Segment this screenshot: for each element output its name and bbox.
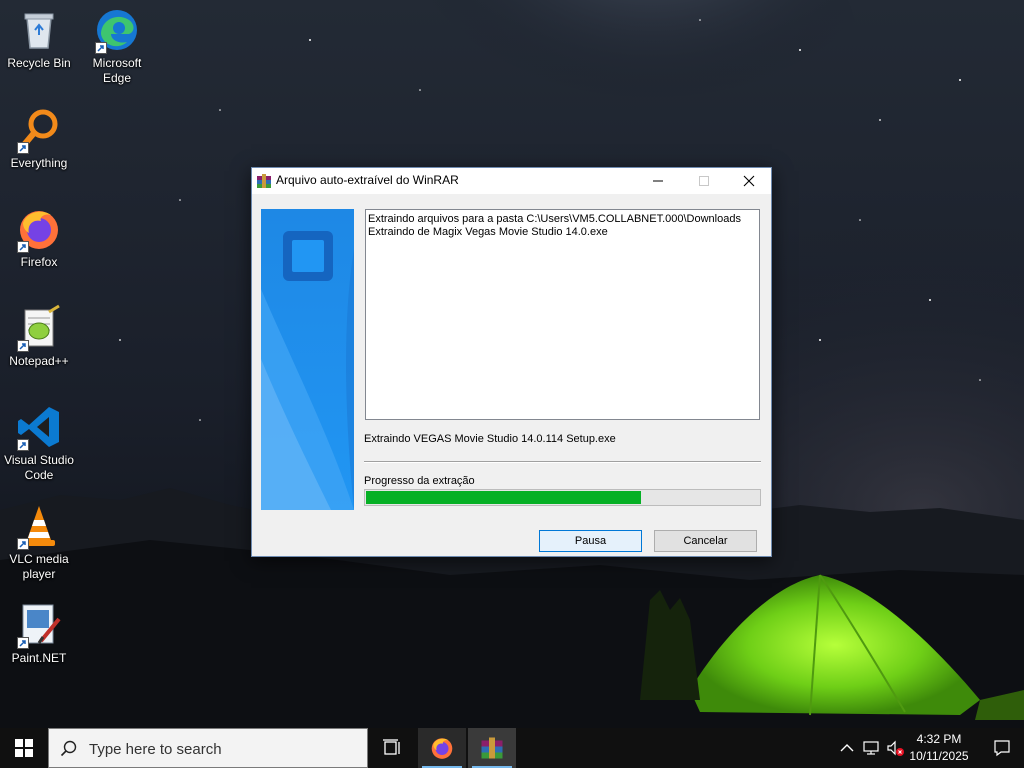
task-view-icon	[383, 739, 400, 755]
taskbar-winrar[interactable]	[468, 728, 516, 768]
notepadpp-icon	[15, 304, 63, 352]
winrar-side-banner	[261, 209, 354, 510]
clock-time: 4:32 PM	[916, 732, 962, 746]
dialog-titlebar[interactable]: Arquivo auto-extraível do WinRAR	[252, 168, 771, 194]
minimize-button[interactable]	[635, 168, 681, 194]
dialog-title: Arquivo auto-extraível do WinRAR	[276, 173, 459, 187]
extraction-progress-bar	[364, 489, 761, 506]
log-line: Extraindo de Magix Vegas Movie Studio 14…	[368, 226, 608, 238]
desktop-icon-paintnet[interactable]: Paint.NET	[0, 601, 78, 666]
firefox-icon	[15, 205, 63, 253]
taskbar-clock[interactable]: 4:32 PM 10/11/2025	[900, 731, 978, 765]
search-icon	[60, 740, 77, 757]
shortcut-arrow-icon	[17, 340, 29, 352]
chevron-up-icon[interactable]	[838, 739, 856, 757]
taskbar-search-box[interactable]: Type here to search	[48, 728, 368, 768]
winrar-icon	[481, 737, 503, 759]
desktop-icon-recycle-bin[interactable]: Recycle Bin	[0, 6, 78, 71]
close-button[interactable]	[726, 168, 772, 194]
maximize-icon	[699, 176, 709, 186]
shortcut-arrow-icon	[17, 538, 29, 550]
maximize-button	[681, 168, 727, 194]
desktop-icon-microsoft-edge[interactable]: Microsoft Edge	[78, 6, 156, 86]
shortcut-arrow-icon	[17, 439, 29, 451]
desktop-icon-vscode[interactable]: Visual Studio Code	[0, 403, 78, 483]
desktop-icon-vlc[interactable]: VLC media player	[0, 502, 78, 582]
task-view-button[interactable]	[368, 728, 416, 768]
shortcut-arrow-icon	[17, 241, 29, 253]
desktop-icon-notepadpp[interactable]: Notepad++	[0, 304, 78, 369]
shortcut-arrow-icon	[17, 637, 29, 649]
progress-label: Progresso da extração	[364, 475, 475, 487]
shortcut-arrow-icon	[95, 42, 107, 54]
everything-icon	[15, 106, 63, 154]
cancel-button[interactable]: Cancelar	[654, 530, 757, 552]
current-file-label: Extraindo VEGAS Movie Studio 14.0.114 Se…	[364, 433, 616, 445]
clock-date: 10/11/2025	[909, 749, 969, 763]
desktop-icon-everything[interactable]: Everything	[0, 106, 78, 171]
vlc-icon	[15, 502, 63, 550]
vscode-icon	[15, 403, 63, 451]
taskbar: Type here to search 4:32 PM 10/11/2025	[0, 728, 1024, 768]
paintnet-icon	[15, 601, 63, 649]
pause-button[interactable]: Pausa	[539, 530, 642, 552]
taskbar-firefox[interactable]	[418, 728, 466, 768]
minimize-icon	[653, 180, 663, 182]
recycle-bin-icon	[15, 6, 63, 54]
start-button[interactable]	[0, 728, 48, 768]
action-center-button[interactable]	[980, 728, 1024, 768]
winrar-icon	[256, 173, 272, 189]
notification-icon	[994, 740, 1010, 757]
progress-fill	[366, 491, 642, 504]
windows-logo-icon	[15, 739, 33, 757]
log-line: Extraindo arquivos para a pasta C:\Users…	[368, 213, 741, 225]
archive-square-icon	[283, 231, 333, 281]
shortcut-arrow-icon	[17, 142, 29, 154]
extraction-log[interactable]: Extraindo arquivos para a pasta C:\Users…	[365, 209, 760, 420]
firefox-icon	[431, 738, 453, 759]
search-placeholder: Type here to search	[89, 741, 222, 758]
edge-icon	[93, 6, 141, 54]
close-icon	[743, 175, 755, 187]
divider	[364, 461, 761, 463]
desktop-icon-firefox[interactable]: Firefox	[0, 205, 78, 270]
network-icon[interactable]	[862, 739, 880, 757]
dialog-button-area: Pausa Cancelar	[252, 520, 771, 556]
winrar-sfx-dialog: Arquivo auto-extraível do WinRAR Extrain…	[251, 167, 772, 557]
